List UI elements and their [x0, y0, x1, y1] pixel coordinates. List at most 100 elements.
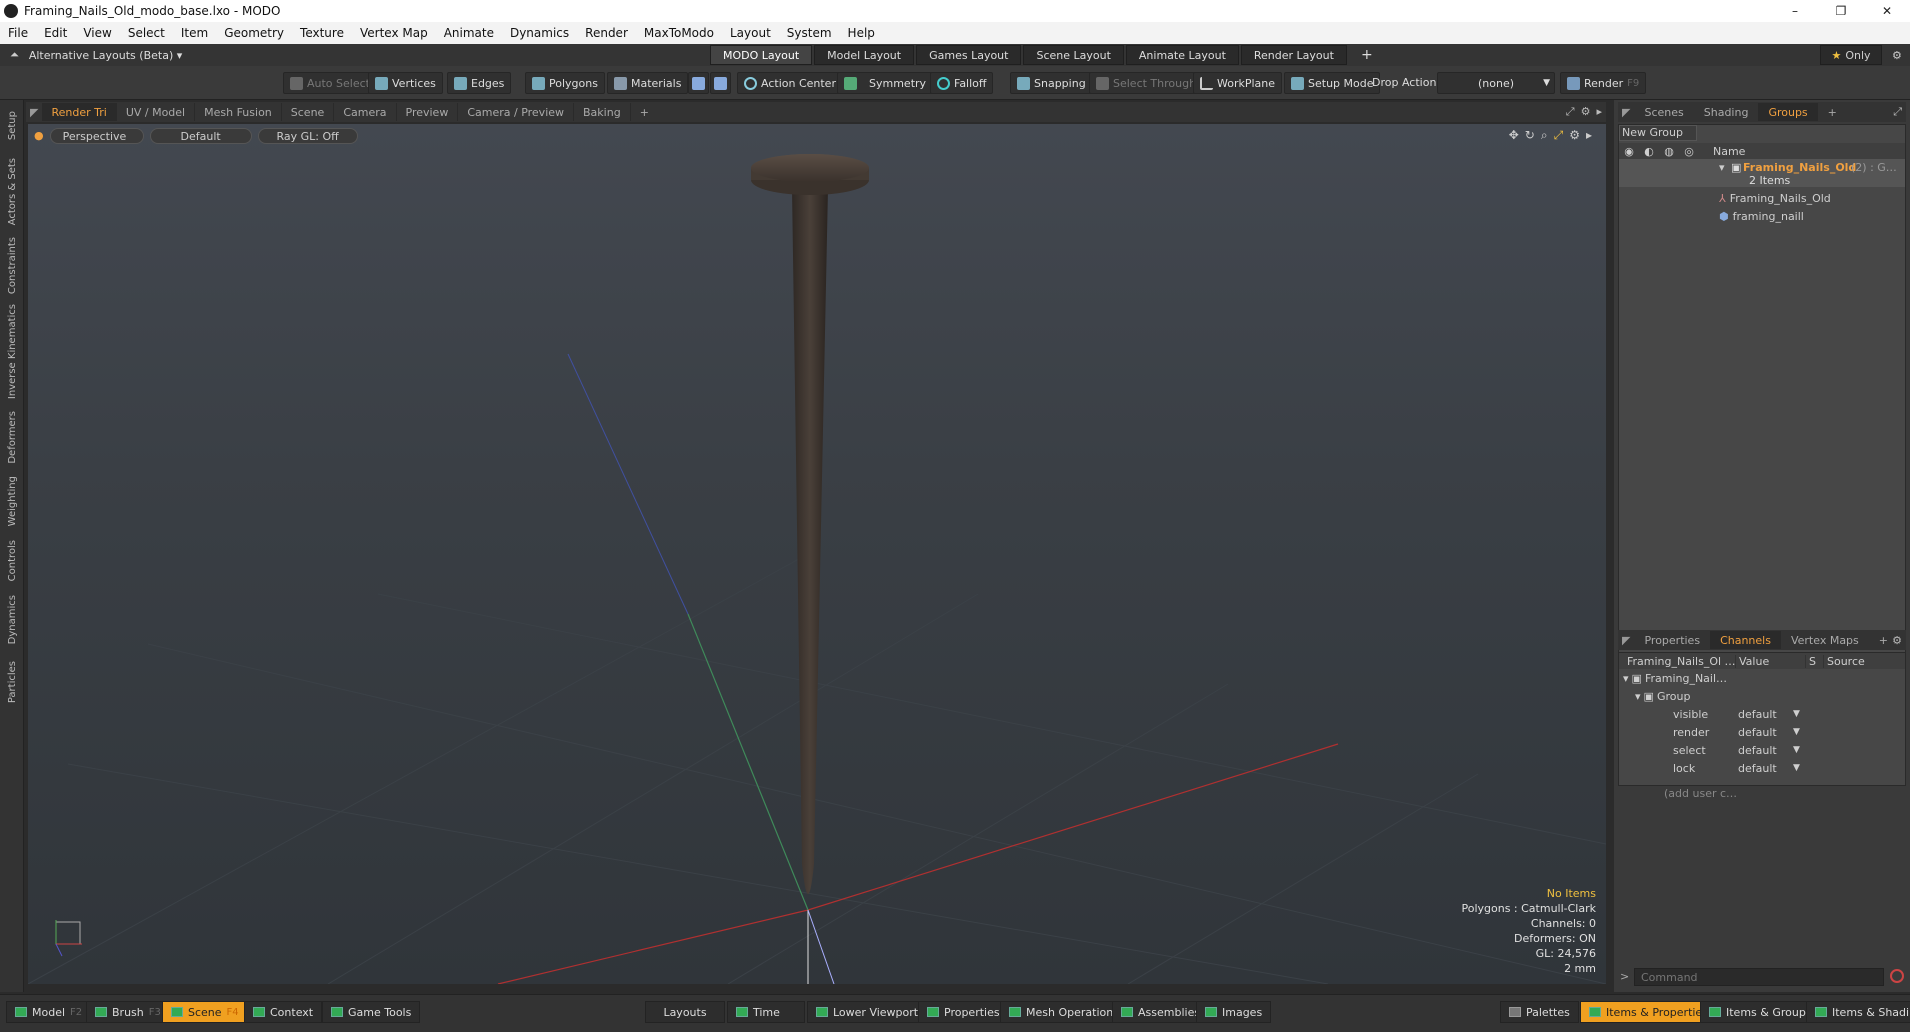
tab-channels[interactable]: Channels	[1710, 631, 1781, 649]
tab-mesh-fusion[interactable]: Mesh Fusion	[195, 103, 282, 121]
menu-file[interactable]: File	[0, 26, 36, 40]
tab-preview[interactable]: Preview	[397, 103, 459, 121]
menu-edit[interactable]: Edit	[36, 26, 75, 40]
channel-row[interactable]: select default ▼	[1619, 741, 1903, 759]
tab-properties[interactable]: Properties	[1634, 631, 1710, 649]
panel-menu-icon[interactable]: ◤	[1618, 634, 1634, 647]
menu-geometry[interactable]: Geometry	[216, 26, 292, 40]
render-col-icon[interactable]: ◐	[1639, 145, 1659, 158]
lower-viewports-button[interactable]: Lower Viewports	[807, 1001, 933, 1023]
tab-games-layout[interactable]: Games Layout	[916, 45, 1022, 65]
materials-button[interactable]: Materials	[607, 72, 689, 94]
arrow-right-icon[interactable]: ▸	[1596, 105, 1602, 119]
channel-row[interactable]: render default ▼	[1619, 723, 1903, 741]
group-expand-icon[interactable]: ▾	[1719, 161, 1725, 174]
layouts-button[interactable]: Layouts	[645, 1001, 725, 1023]
fit-view-icon[interactable]: ⤢	[1554, 128, 1564, 143]
menu-texture[interactable]: Texture	[292, 26, 352, 40]
select-through-button[interactable]: Select Through	[1089, 72, 1204, 94]
menu-system[interactable]: System	[779, 26, 840, 40]
gear-icon[interactable]: ⚙	[1581, 105, 1591, 119]
channel-group-row[interactable]: ▾ ▣ Group	[1635, 687, 1910, 705]
menu-item[interactable]: Item	[173, 26, 216, 40]
tab-scenes[interactable]: Scenes	[1634, 103, 1693, 121]
expand-icon[interactable]: ⤢	[1566, 105, 1575, 119]
gear-icon[interactable]: ⚙	[1569, 128, 1580, 143]
action-center-button[interactable]: Action Center	[737, 72, 843, 94]
items-shading-button[interactable]: Items & Shading	[1806, 1001, 1910, 1023]
game-tools-tab[interactable]: Game Tools	[322, 1001, 421, 1023]
menu-select[interactable]: Select	[120, 26, 173, 40]
chevron-down-icon[interactable]: ▼	[1793, 763, 1800, 773]
setup-mode-button[interactable]: Setup Mode	[1284, 72, 1381, 94]
add-layout-button[interactable]: +	[1349, 45, 1385, 65]
group-child-row[interactable]: ⅄ Framing_Nails_Old	[1719, 189, 1899, 207]
menu-animate[interactable]: Animate	[436, 26, 502, 40]
tab-render-tri[interactable]: Render Tri	[42, 103, 117, 121]
eye-icon[interactable]: ◉	[1619, 145, 1639, 158]
select-col-icon[interactable]: ◎	[1679, 145, 1699, 158]
scene-tab[interactable]: Scene F4	[162, 1001, 248, 1023]
side-tab-controls[interactable]: Controls	[2, 536, 22, 586]
model-tab[interactable]: Model F2	[6, 1001, 92, 1023]
command-input[interactable]	[1634, 968, 1884, 986]
context-tab[interactable]: Context	[244, 1001, 323, 1023]
drop-action-select[interactable]: (none) ▼	[1437, 72, 1555, 94]
polygons-button[interactable]: Polygons	[525, 72, 605, 94]
tab-animate-layout[interactable]: Animate Layout	[1125, 45, 1239, 65]
menu-help[interactable]: Help	[840, 26, 883, 40]
palettes-button[interactable]: Palettes	[1500, 1001, 1579, 1023]
tab-vertex-maps[interactable]: Vertex Maps	[1781, 631, 1869, 649]
chevron-down-icon[interactable]: ▼	[1793, 727, 1800, 737]
default-style-button[interactable]: Default	[149, 128, 252, 144]
brush-tab[interactable]: Brush F3	[86, 1001, 170, 1023]
tab-model-layout[interactable]: Model Layout	[814, 45, 915, 65]
restore-button[interactable]: ❐	[1818, 0, 1864, 22]
side-tab-weighting[interactable]: Weighting	[2, 472, 22, 530]
minimize-button[interactable]: –	[1772, 0, 1818, 22]
zoom-view-icon[interactable]: ⌕	[1541, 128, 1548, 143]
perspective-button[interactable]: Perspective	[49, 128, 144, 144]
only-toggle[interactable]: ★ Only	[1820, 45, 1882, 65]
arrow-right-icon[interactable]: ▸	[1586, 128, 1592, 143]
side-tab-inverse-kinematics[interactable]: Inverse Kinematics	[2, 302, 22, 402]
side-tab-setup[interactable]: Setup	[2, 104, 22, 148]
items-groups-button[interactable]: Items & Groups	[1700, 1001, 1821, 1023]
tab-uv-model[interactable]: UV / Model	[117, 103, 196, 121]
channel-value-select[interactable]: default	[1735, 708, 1793, 721]
chevron-down-icon[interactable]: ▼	[1793, 709, 1800, 719]
panel-menu-icon[interactable]: ◤	[1618, 106, 1634, 119]
channel-item-row[interactable]: ▾ ▣ Framing_Nail…	[1623, 669, 1907, 687]
edges-button[interactable]: Edges	[447, 72, 512, 94]
raygl-button[interactable]: Ray GL: Off	[257, 128, 358, 144]
channel-row[interactable]: visible default ▼	[1619, 705, 1903, 723]
auto-select-button[interactable]: Auto Select	[283, 72, 377, 94]
side-tab-particles[interactable]: Particles	[2, 654, 22, 710]
expand-icon[interactable]: ⤢	[1893, 105, 1902, 119]
tab-baking[interactable]: Baking	[574, 103, 631, 121]
channel-value-select[interactable]: default	[1735, 726, 1793, 739]
tab-scene-layout[interactable]: Scene Layout	[1023, 45, 1124, 65]
move-view-icon[interactable]: ✥	[1509, 128, 1519, 143]
close-button[interactable]: ✕	[1864, 0, 1910, 22]
channel-value-select[interactable]: default	[1735, 744, 1793, 757]
gear-icon[interactable]: ⚙	[1892, 49, 1902, 62]
tab-camera[interactable]: Camera	[334, 103, 397, 121]
gear-icon[interactable]: ⚙	[1892, 634, 1902, 647]
viewport-dot-icon[interactable]: ●	[34, 129, 44, 144]
vertices-button[interactable]: Vertices	[368, 72, 443, 94]
menu-render[interactable]: Render	[577, 26, 636, 40]
alternative-layouts-dropdown[interactable]: Alternative Layouts (Beta) ▾	[29, 49, 182, 62]
side-tab-actors-sets[interactable]: Actors & Sets	[2, 154, 22, 230]
side-tab-deformers[interactable]: Deformers	[2, 408, 22, 466]
rotate-view-icon[interactable]: ↻	[1525, 128, 1535, 143]
side-tab-constraints[interactable]: Constraints	[2, 236, 22, 296]
time-button[interactable]: Time	[727, 1001, 805, 1023]
render-button[interactable]: Render F9	[1560, 72, 1647, 94]
tab-scene[interactable]: Scene	[282, 103, 335, 121]
chevron-down-icon[interactable]: ▼	[1793, 745, 1800, 755]
menu-dynamics[interactable]: Dynamics	[502, 26, 577, 40]
channel-row[interactable]: lock default ▼	[1619, 759, 1903, 777]
select-mode-button-1[interactable]	[688, 72, 709, 94]
tab-groups[interactable]: Groups	[1758, 103, 1818, 121]
